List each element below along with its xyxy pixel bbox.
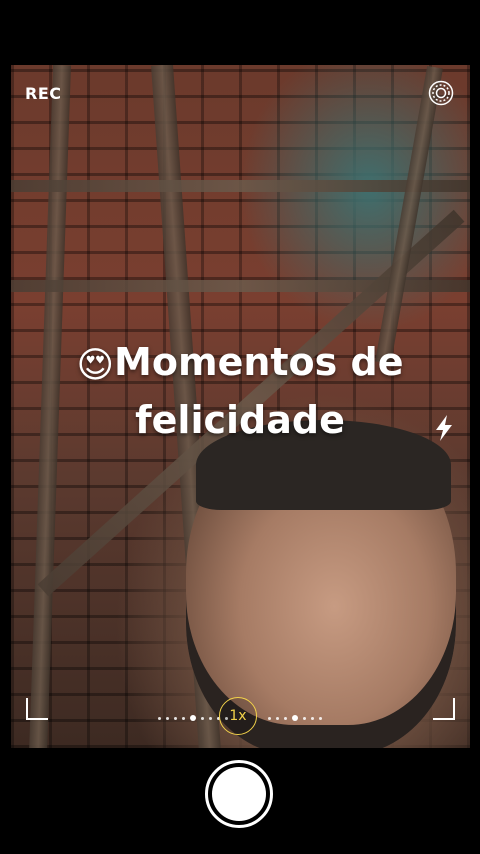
zoom-level-button[interactable]: 1x [219, 697, 257, 735]
settings-icon[interactable] [428, 80, 454, 106]
frame-corner-bottom-right [433, 698, 455, 720]
zoom-dots-right [268, 715, 322, 721]
rec-indicator: REC [25, 84, 62, 103]
zoom-control[interactable]: 1x [150, 697, 330, 737]
heart-eyes-emoji: 😍 [76, 345, 115, 386]
caption-text: Momentos de felicidade [114, 340, 404, 442]
frame-corner-bottom-left [26, 698, 48, 720]
shutter-button[interactable] [205, 760, 273, 828]
video-caption: 😍Momentos de felicidade [40, 335, 440, 447]
roof-beam [11, 180, 470, 192]
roof-beam [375, 65, 443, 365]
zoom-dots-left [158, 715, 228, 721]
shutter-inner-circle [212, 767, 266, 821]
